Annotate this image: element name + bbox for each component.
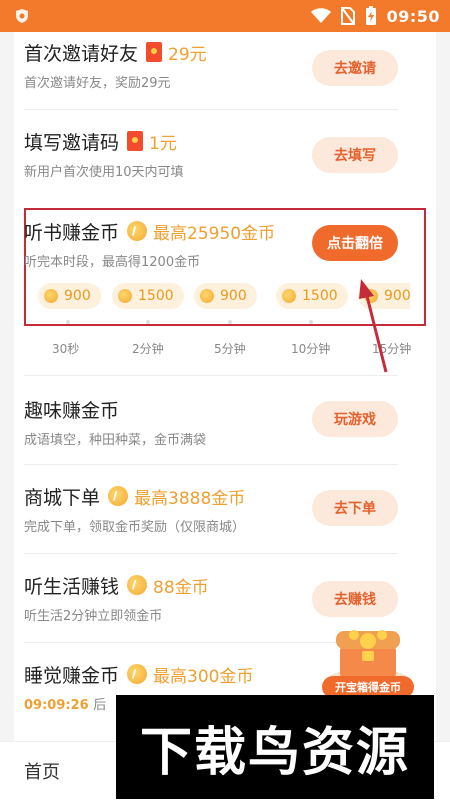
coin-icon — [127, 575, 148, 595]
task-title: 趣味赚金币 — [24, 399, 120, 422]
sleep-countdown: 09:09:26 — [24, 698, 89, 713]
enter-code-button[interactable]: 去填写 — [312, 137, 398, 173]
task-desc: 完成下单，领取金币奖励（仅限商城） — [24, 520, 246, 535]
red-packet-icon — [127, 131, 144, 151]
watermark-text: 下载鸟资源 — [139, 722, 410, 783]
task-desc: 听完本时段，最高得1200金币 — [24, 255, 201, 270]
timeline-label: 30秒 — [52, 342, 80, 356]
coin-icon — [127, 221, 148, 241]
task-desc: 新用户首次使用10天内可填 — [24, 165, 184, 180]
task-desc: 成语填空，种田种菜，金币满袋 — [24, 433, 207, 448]
coin-icon — [127, 664, 148, 684]
task-reward: 29元 — [168, 44, 207, 65]
task-title: 填写邀请码 — [24, 131, 120, 154]
timeline-label: 5分钟 — [214, 342, 246, 356]
place-order-button[interactable]: 去下单 — [312, 490, 398, 526]
task-desc: 听生活2分钟立即领金币 — [24, 609, 163, 624]
task-reward: 1元 — [149, 133, 177, 154]
task-enter-code: 填写邀请码 1元 新用户首次使用10天内可填 去填写 — [24, 127, 398, 187]
watermark: 下载鸟资源 — [116, 695, 434, 799]
sleep-desc-suffix: 后 — [93, 698, 107, 713]
coin-icon — [118, 289, 132, 303]
reward-pill[interactable]: 1500 — [112, 283, 184, 309]
battery-charging-icon — [365, 6, 376, 25]
divider — [24, 109, 398, 110]
reward-pills: 900 1500 900 1500 900 — [38, 283, 410, 311]
invite-button[interactable]: 去邀请 — [312, 50, 398, 86]
divider — [24, 553, 398, 554]
timeline-dot — [146, 320, 150, 324]
task-mall-order: 商城下单 最高3888金币 完成下单，领取金币奖励（仅限商城） 去下单 — [24, 482, 398, 542]
red-packet-icon — [146, 42, 163, 62]
task-invite-friends: 首次邀请好友 29元 首次邀请好友，奖励29元 去邀请 — [24, 38, 398, 98]
double-reward-button[interactable]: 点击翻倍 — [312, 225, 398, 261]
task-listen-life: 听生活赚钱 88金币 听生活2分钟立即领金币 去赚钱 — [24, 571, 398, 631]
task-listen-books: 听书赚金币 最高25950金币 听完本时段，最高得1200金币 点击翻倍 — [24, 217, 398, 277]
task-reward: 最高3888金币 — [134, 488, 246, 509]
task-title: 商城下单 — [24, 486, 101, 509]
task-fun-coins: 趣味赚金币 成语填空，种田种菜，金币满袋 玩游戏 — [24, 395, 398, 455]
timeline-dot — [309, 320, 313, 324]
coin-icon — [282, 289, 296, 303]
earn-money-button[interactable]: 去赚钱 — [312, 581, 398, 617]
divider — [24, 375, 398, 376]
coin-icon — [108, 486, 129, 506]
task-title: 听书赚金币 — [24, 221, 120, 244]
play-game-button[interactable]: 玩游戏 — [312, 401, 398, 437]
reward-pill[interactable]: 900 — [358, 283, 410, 309]
task-desc: 09:09:26 后 — [24, 694, 106, 713]
task-title: 首次邀请好友 — [24, 42, 139, 65]
reward-pill[interactable]: 1500 — [276, 283, 348, 309]
status-bar: 09:50 — [0, 0, 450, 32]
coin-icon — [364, 289, 378, 303]
wifi-icon — [310, 8, 331, 23]
timeline-label: 2分钟 — [132, 342, 164, 356]
no-sim-icon — [340, 7, 355, 25]
timeline-label: 15分钟 — [372, 342, 412, 356]
nav-home[interactable]: 首页 — [24, 758, 60, 784]
status-time: 09:50 — [386, 6, 440, 26]
timeline-dot — [228, 320, 232, 324]
task-desc: 首次邀请好友，奖励29元 — [24, 76, 171, 91]
task-reward: 最高25950金币 — [153, 223, 276, 244]
coin-icon — [200, 289, 214, 303]
timeline-label: 10分钟 — [291, 342, 331, 356]
reward-pill[interactable]: 900 — [194, 283, 257, 309]
coin-icon — [44, 289, 58, 303]
shield-icon — [16, 9, 28, 23]
task-title: 听生活赚钱 — [24, 575, 120, 598]
reward-pill[interactable]: 900 — [38, 283, 101, 309]
task-reward: 最高300金币 — [153, 666, 254, 687]
timeline-dot — [66, 320, 70, 324]
task-reward: 88金币 — [153, 577, 209, 598]
divider — [24, 464, 398, 465]
task-title: 睡觉赚金币 — [24, 664, 120, 687]
